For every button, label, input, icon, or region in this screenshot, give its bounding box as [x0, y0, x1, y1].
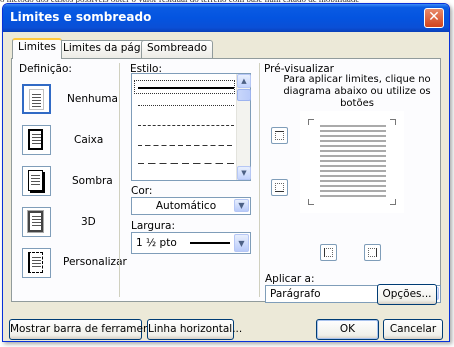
preview-diagram[interactable] — [300, 111, 404, 213]
borders-panel: Definição: Nenhuma Caixa Sombra 3D Perso… — [11, 58, 441, 303]
style-scrollbar[interactable]: ▲ ▼ — [236, 74, 251, 180]
cancel-button-label: Cancelar — [389, 323, 437, 335]
top-border-button[interactable] — [271, 127, 288, 144]
style-dash-line[interactable] — [138, 145, 234, 146]
show-toolbar-button[interactable]: Mostrar barra de ferramentas — [9, 319, 166, 340]
preview-instructions: Para aplicar limites, clique no diagrama… — [283, 74, 431, 109]
dialog-title: Limites e sombreado — [10, 10, 152, 24]
none-border-icon[interactable] — [22, 84, 51, 114]
scroll-up-icon[interactable]: ▲ — [237, 74, 251, 88]
apply-to-label: Aplicar a: — [265, 273, 315, 285]
shadow-border-icon[interactable] — [22, 166, 51, 196]
bottom-border-button[interactable] — [271, 179, 288, 196]
3d-border-icon[interactable] — [22, 207, 51, 237]
options-button-label: Opções... — [382, 288, 432, 300]
tab-shading[interactable]: Sombreado — [141, 40, 214, 58]
width-dropdown[interactable]: 1 ½ pto ▼ — [131, 232, 251, 254]
horizontal-line-button[interactable]: Linha horizontal... — [147, 319, 242, 340]
style-solid-line[interactable] — [138, 87, 234, 89]
width-sample-line — [190, 242, 230, 244]
dialog-body: Limites Limites da página Sombreado Defi… — [6, 32, 446, 340]
width-value: 1 ½ pto — [136, 237, 177, 249]
style-small-dash-line[interactable] — [138, 125, 234, 126]
ok-button[interactable]: OK — [316, 319, 379, 340]
custom-border-icon[interactable] — [22, 248, 51, 278]
style-listbox[interactable]: ▲ ▼ — [131, 73, 251, 181]
title-bar: Limites e sombreado ✕ — [3, 4, 449, 32]
style-long-dash-line[interactable] — [138, 163, 234, 164]
scroll-down-icon[interactable]: ▼ — [237, 166, 251, 180]
definition-shadow-label[interactable]: Sombra — [72, 175, 113, 187]
definition-box-label[interactable]: Caixa — [74, 134, 103, 146]
tab-borders[interactable]: Limites — [12, 38, 62, 59]
ok-button-label: OK — [339, 323, 356, 335]
style-dotted-line[interactable] — [138, 105, 234, 106]
options-button[interactable]: Opções... — [377, 284, 437, 305]
column-divider-2 — [259, 63, 260, 297]
color-dropdown[interactable]: Automático ▼ — [131, 197, 251, 215]
right-border-button[interactable] — [364, 244, 381, 261]
definition-heading: Definição: — [19, 63, 72, 75]
definition-3d-label[interactable]: 3D — [81, 216, 96, 228]
chevron-down-icon[interactable]: ▼ — [234, 199, 249, 212]
close-button[interactable]: ✕ — [424, 8, 444, 28]
definition-custom-label[interactable]: Personalizar — [63, 256, 127, 268]
left-border-button[interactable] — [320, 244, 337, 261]
color-value: Automático — [155, 200, 217, 212]
preview-text-lines — [320, 125, 386, 199]
definition-none-label[interactable]: Nenhuma — [67, 93, 118, 105]
chevron-down-icon[interactable]: ▼ — [234, 234, 249, 252]
scroll-thumb[interactable] — [237, 89, 251, 101]
color-label: Cor: — [131, 185, 153, 197]
column-divider — [119, 63, 120, 297]
tab-borders-label: Limites — [18, 41, 56, 53]
cancel-button[interactable]: Cancelar — [383, 319, 443, 340]
horizontal-line-label: Linha horizontal... — [148, 323, 243, 335]
tab-shading-label: Sombreado — [147, 42, 208, 54]
width-label: Largura: — [131, 220, 176, 232]
box-border-icon[interactable] — [22, 125, 51, 155]
borders-shading-dialog: Limites e sombreado ✕ Limites Limites da… — [2, 3, 450, 342]
show-toolbar-label: Mostrar barra de ferramentas — [10, 323, 166, 335]
apply-to-value: Parágrafo — [270, 288, 321, 300]
close-icon: ✕ — [428, 9, 440, 25]
